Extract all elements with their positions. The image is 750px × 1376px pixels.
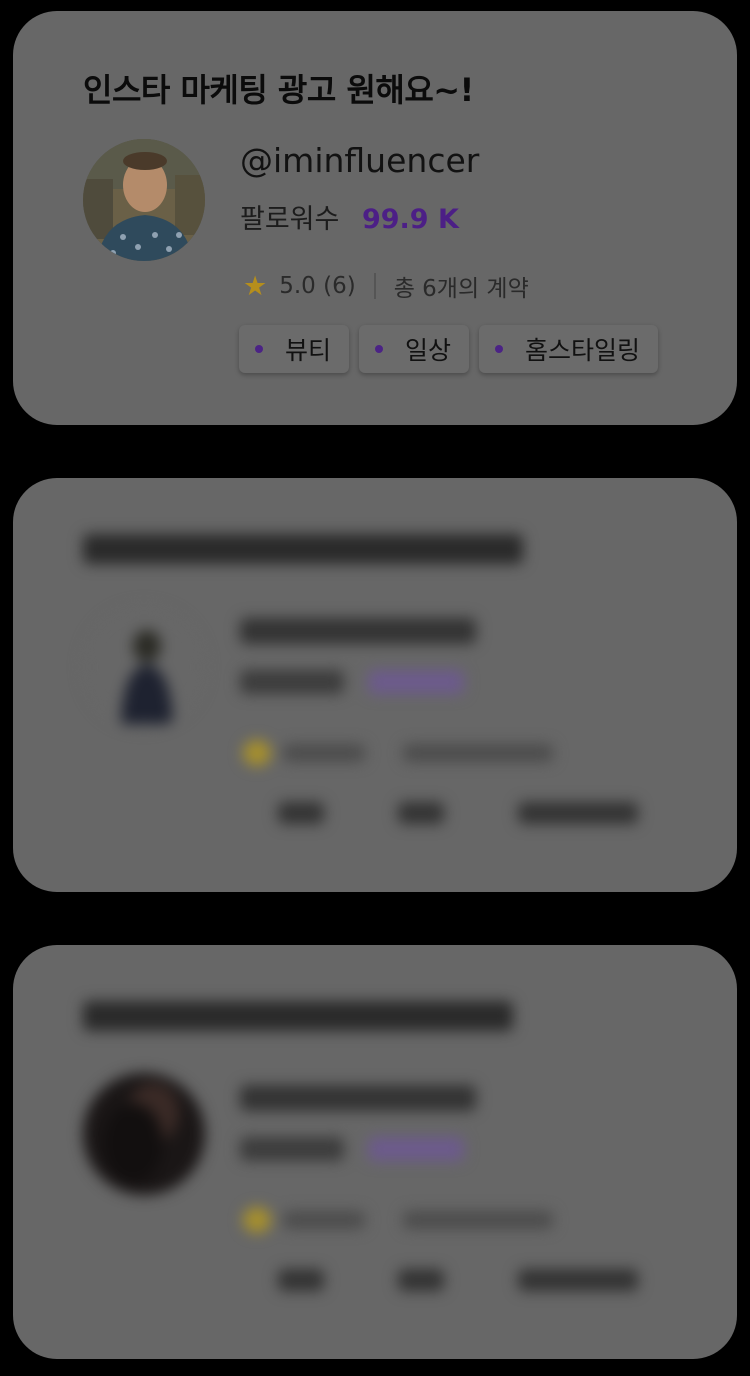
- campaign-card-3[interactable]: [13, 945, 737, 1359]
- tag-daily[interactable]: 일상: [359, 325, 470, 373]
- dot-icon: [495, 345, 504, 353]
- tag-placeholder: [518, 802, 638, 824]
- influencer-handle: @iminfluencer: [240, 141, 480, 180]
- title-placeholder: [83, 534, 523, 564]
- followers-label-placeholder: [240, 1137, 344, 1161]
- tag-placeholder: [398, 802, 444, 824]
- handle-placeholder: [240, 618, 476, 644]
- dot-icon: [375, 345, 384, 353]
- tag-home-styling[interactable]: 홈스타일링: [479, 325, 659, 373]
- contracts-placeholder: [403, 1211, 553, 1229]
- followers-row: 팔로워수 99.9 K: [240, 197, 459, 236]
- followers-count-placeholder: [368, 670, 464, 694]
- campaign-title: 인스타 마케팅 광고 원해요~!: [83, 71, 474, 109]
- followers-label: 팔로워수: [240, 204, 340, 235]
- tag-label: 홈스타일링: [525, 336, 641, 365]
- star-icon: [243, 740, 271, 766]
- tag-placeholder: [278, 802, 324, 824]
- rating-value: 5.0 (6): [279, 273, 356, 299]
- rating-placeholder: [283, 744, 365, 762]
- dot-icon: [255, 345, 263, 353]
- followers-count-placeholder: [368, 1137, 464, 1161]
- contract-count: 총 6개의 계약: [393, 276, 529, 302]
- tag-label: 뷰티: [285, 336, 332, 365]
- tag-placeholder: [278, 1269, 324, 1291]
- stats-divider: [373, 273, 376, 299]
- category-tags: 뷰티 일상 홈스타일링: [239, 325, 659, 373]
- title-placeholder: [83, 1001, 513, 1031]
- influencer-avatar: [83, 1073, 205, 1195]
- star-icon: [243, 1207, 271, 1233]
- contracts-placeholder: [403, 744, 553, 762]
- tag-label: 일상: [405, 336, 452, 365]
- campaign-card-2[interactable]: [13, 478, 737, 892]
- tag-beauty[interactable]: 뷰티: [239, 325, 350, 373]
- stats-row: ★ 5.0 (6) 총 6개의 계약: [243, 269, 529, 303]
- tag-placeholder: [518, 1269, 638, 1291]
- influencer-avatar: [83, 139, 205, 261]
- campaign-card-1[interactable]: 인스타 마케팅 광고 원해요~! @iminfluencer 팔로워수 99.9…: [13, 11, 737, 425]
- tag-placeholder: [398, 1269, 444, 1291]
- followers-count: 99.9 K: [361, 204, 459, 235]
- rating-placeholder: [283, 1211, 365, 1229]
- handle-placeholder: [240, 1085, 476, 1111]
- star-icon: ★: [243, 270, 268, 302]
- influencer-avatar: [83, 606, 205, 728]
- followers-label-placeholder: [240, 670, 344, 694]
